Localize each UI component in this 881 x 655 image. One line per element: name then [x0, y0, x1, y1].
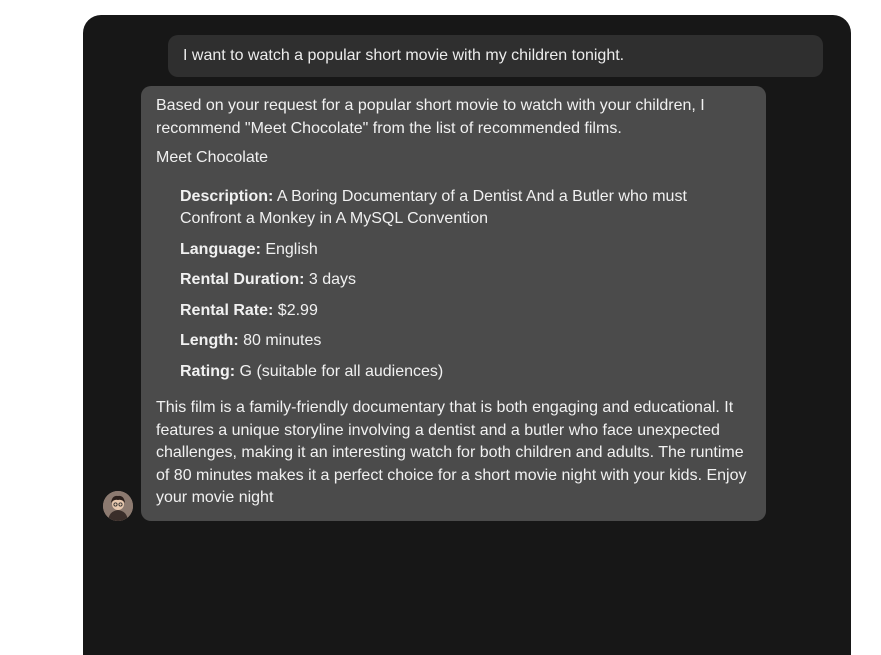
detail-value: 80 minutes — [238, 332, 322, 349]
detail-label: Rental Rate — [180, 301, 269, 319]
detail-label: Length — [180, 332, 234, 349]
detail-label: Rental Duration — [180, 271, 300, 288]
detail-label: Language — [180, 240, 256, 258]
film-detail-length: Length: 80 minutes — [180, 332, 322, 349]
detail-label: Rating — [180, 362, 230, 380]
user-message-bubble: I want to watch a popular short movie wi… — [168, 35, 823, 77]
detail-value: English — [260, 240, 318, 258]
film-detail-rating: Rating: G (suitable for all audiences) — [180, 362, 444, 380]
detail-value: $2.99 — [273, 301, 318, 319]
assistant-summary-text: This film is a family-friendly documenta… — [156, 399, 747, 506]
film-detail-description: Description: A Boring Documentary of a D… — [180, 187, 687, 228]
detail-value: 3 days — [304, 271, 357, 288]
film-detail-rental-duration: Rental Duration: 3 days — [180, 271, 357, 288]
film-detail-rental-rate: Rental Rate: $2.99 — [180, 301, 318, 319]
detail-value: G (suitable for all audiences) — [235, 362, 444, 380]
user-message-text: I want to watch a popular short movie wi… — [183, 47, 625, 64]
assistant-intro-text: Based on your request for a popular shor… — [156, 97, 705, 137]
detail-label: Description — [180, 187, 269, 205]
film-details-list: Description: A Boring Documentary of a D… — [180, 186, 752, 384]
film-detail-language: Language: English — [180, 240, 318, 258]
assistant-message-bubble: Based on your request for a popular shor… — [141, 86, 766, 521]
assistant-avatar-icon — [103, 491, 133, 521]
film-title: Meet Chocolate — [156, 149, 269, 166]
